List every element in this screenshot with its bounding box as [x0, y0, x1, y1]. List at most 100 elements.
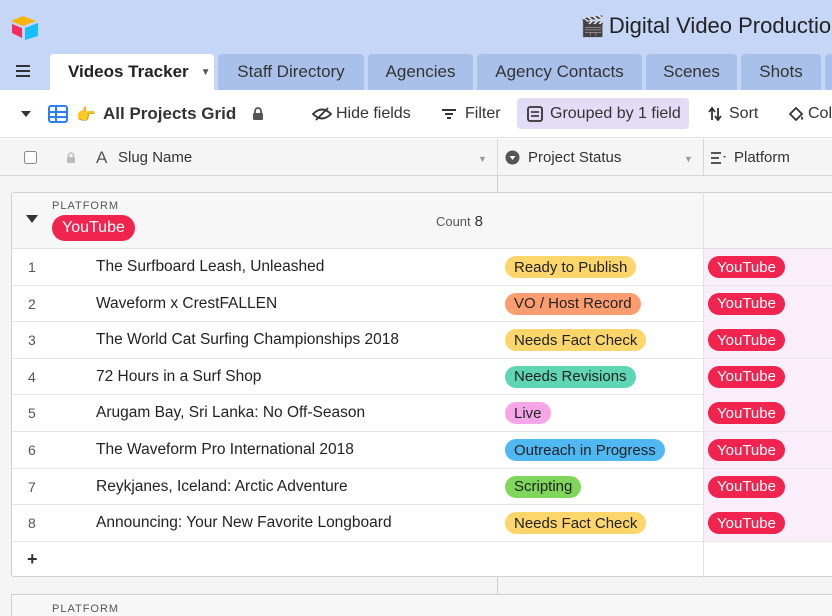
platform-chip: YouTube: [708, 292, 785, 315]
chevron-down-icon[interactable]: ▼: [478, 154, 487, 164]
table-row[interactable]: 8 Announcing: Your New Favorite Longboard: [12, 505, 497, 542]
filter-button[interactable]: Filter: [441, 90, 501, 138]
select-all-checkbox[interactable]: [24, 139, 37, 176]
platform-cell[interactable]: YouTube: [703, 468, 832, 505]
row-number: 6: [28, 442, 36, 458]
status-chip[interactable]: Live: [505, 402, 551, 425]
clapperboard-icon: 🎬: [580, 14, 605, 38]
filter-icon: [442, 109, 456, 119]
tab-label: Agency Contacts: [495, 62, 624, 81]
table-row[interactable]: 7 Reykjanes, Iceland: Arctic Adventure: [12, 468, 497, 506]
table-row[interactable]: 3 The World Cat Surfing Championships 201…: [12, 322, 497, 359]
table-row-right[interactable]: Needs Revisions YouTube: [497, 358, 832, 396]
column-header-platform[interactable]: Platform: [734, 139, 790, 176]
tab-agencies[interactable]: Agencies: [368, 54, 473, 90]
base-title[interactable]: 🎬 Digital Video Productio: [580, 13, 831, 39]
status-chip[interactable]: Needs Revisions: [505, 365, 636, 388]
collapse-group-caret-icon[interactable]: [26, 215, 38, 223]
group-count: Count 8: [436, 213, 483, 230]
tab-staff-directory[interactable]: Staff Directory: [218, 54, 364, 90]
table-row-right[interactable]: Needs Fact Check YouTube: [497, 322, 832, 359]
group-button[interactable]: Grouped by 1 field: [517, 98, 689, 129]
table-row-right[interactable]: Ready to Publish YouTube: [497, 249, 832, 286]
table-row[interactable]: 1 The Surfboard Leash, Unleashed: [12, 249, 497, 286]
slug-name-cell[interactable]: Reykjanes, Iceland: Arctic Adventure: [96, 469, 348, 505]
grid-view-icon[interactable]: [48, 90, 68, 138]
table-row-right[interactable]: VO / Host Record YouTube: [497, 285, 832, 323]
view-name[interactable]: All Projects Grid: [103, 90, 236, 138]
slug-name-cell[interactable]: Arugam Bay, Sri Lanka: No Off-Season: [96, 395, 365, 431]
tab-label: Agencies: [385, 62, 456, 81]
app-header: 🎬 Digital Video Productio: [0, 0, 832, 54]
status-chip[interactable]: Ready to Publish: [505, 256, 637, 278]
view-switcher-caret-icon[interactable]: [20, 90, 32, 138]
slug-name-cell[interactable]: The Waveform Pro International 2018: [96, 432, 354, 468]
platform-cell[interactable]: YouTube: [703, 432, 832, 468]
platform-chip: YouTube: [708, 439, 785, 461]
platform-cell[interactable]: YouTube: [703, 249, 832, 285]
platform-cell[interactable]: YouTube: [703, 505, 832, 542]
column-divider[interactable]: [703, 192, 704, 577]
filter-label: Filter: [465, 105, 501, 122]
base-title-text: Digital Video Productio: [608, 13, 832, 38]
hamburger-menu-icon[interactable]: [16, 65, 36, 81]
tab-label: Scenes: [663, 62, 720, 81]
platform-cell[interactable]: YouTube: [703, 322, 832, 359]
sort-button[interactable]: Sort: [708, 90, 758, 138]
platform-cell[interactable]: YouTube: [703, 285, 832, 322]
color-label: Col: [808, 105, 832, 122]
single-select-icon: [505, 139, 520, 176]
table-row-right[interactable]: Needs Fact Check YouTube: [497, 505, 832, 542]
add-record-button[interactable]: +: [12, 542, 497, 576]
row-number: 1: [28, 259, 36, 275]
status-chip[interactable]: Needs Fact Check: [505, 512, 647, 535]
status-chip[interactable]: Needs Fact Check: [505, 329, 647, 352]
status-chip[interactable]: VO / Host Record: [505, 292, 641, 315]
table-row-right[interactable]: Live YouTube: [497, 395, 832, 432]
color-button[interactable]: Col: [788, 90, 832, 138]
hide-fields-button[interactable]: Hide fields: [312, 90, 411, 138]
row-number: 2: [28, 295, 36, 312]
slug-name-cell[interactable]: Announcing: Your New Favorite Longboard: [96, 505, 392, 541]
airtable-logo-icon[interactable]: [10, 14, 40, 40]
tab-videos-tracker[interactable]: Videos Tracker ▼: [50, 54, 214, 90]
platform-chip: YouTube: [708, 402, 785, 425]
platform-chip: YouTube: [708, 475, 785, 498]
tab-agency-contacts[interactable]: Agency Contacts: [477, 54, 642, 90]
group-field-label: PLATFORM: [52, 603, 120, 615]
column-header-project-status[interactable]: Project Status: [528, 139, 621, 176]
plus-icon: +: [27, 549, 38, 569]
row-number: 4: [28, 368, 36, 385]
slug-name-cell[interactable]: The Surfboard Leash, Unleashed: [96, 249, 324, 285]
tab-more[interactable]: [825, 54, 832, 90]
table-row-right[interactable]: Scripting YouTube: [497, 468, 832, 506]
chevron-down-icon[interactable]: ▼: [201, 67, 211, 78]
table-row[interactable]: 6 The Waveform Pro International 2018: [12, 432, 497, 469]
table-row[interactable]: 2 Waveform x CrestFALLEN: [12, 285, 497, 323]
status-chip[interactable]: Outreach in Progress: [505, 439, 665, 461]
lock-icon[interactable]: [252, 90, 264, 138]
group-count-value: 8: [474, 213, 483, 230]
chevron-down-icon[interactable]: ▼: [684, 154, 693, 164]
status-chip[interactable]: Scripting: [505, 475, 582, 498]
tab-scenes[interactable]: Scenes: [646, 54, 737, 90]
platform-cell[interactable]: YouTube: [703, 395, 832, 432]
tab-shots[interactable]: Shots: [741, 54, 821, 90]
group-count-label: Count: [435, 214, 471, 229]
row-number: 3: [28, 332, 36, 349]
row-number: 5: [28, 405, 36, 422]
slug-name-cell[interactable]: 72 Hours in a Surf Shop: [96, 359, 261, 395]
sort-icon: [708, 107, 722, 121]
slug-name-cell[interactable]: Waveform x CrestFALLEN: [96, 286, 277, 322]
paint-bucket-icon: [788, 106, 804, 122]
next-group-header-right: [497, 594, 832, 616]
slug-name-cell[interactable]: The World Cat Surfing Championships 2018: [96, 322, 399, 358]
group-right-pane: Ready to Publish YouTube VO / Host Recor…: [497, 192, 832, 577]
hide-fields-label: Hide fields: [336, 105, 411, 122]
platform-cell[interactable]: YouTube: [703, 358, 832, 395]
table-row[interactable]: 4 72 Hours in a Surf Shop: [12, 358, 497, 396]
records-grid: PLATFORM YouTube Count 8 1 The Surfboard L…: [0, 176, 832, 616]
column-header-slug-name[interactable]: Slug Name: [118, 139, 192, 176]
table-row[interactable]: 5 Arugam Bay, Sri Lanka: No Off-Season: [12, 395, 497, 432]
table-row-right[interactable]: Outreach in Progress YouTube: [497, 432, 832, 469]
